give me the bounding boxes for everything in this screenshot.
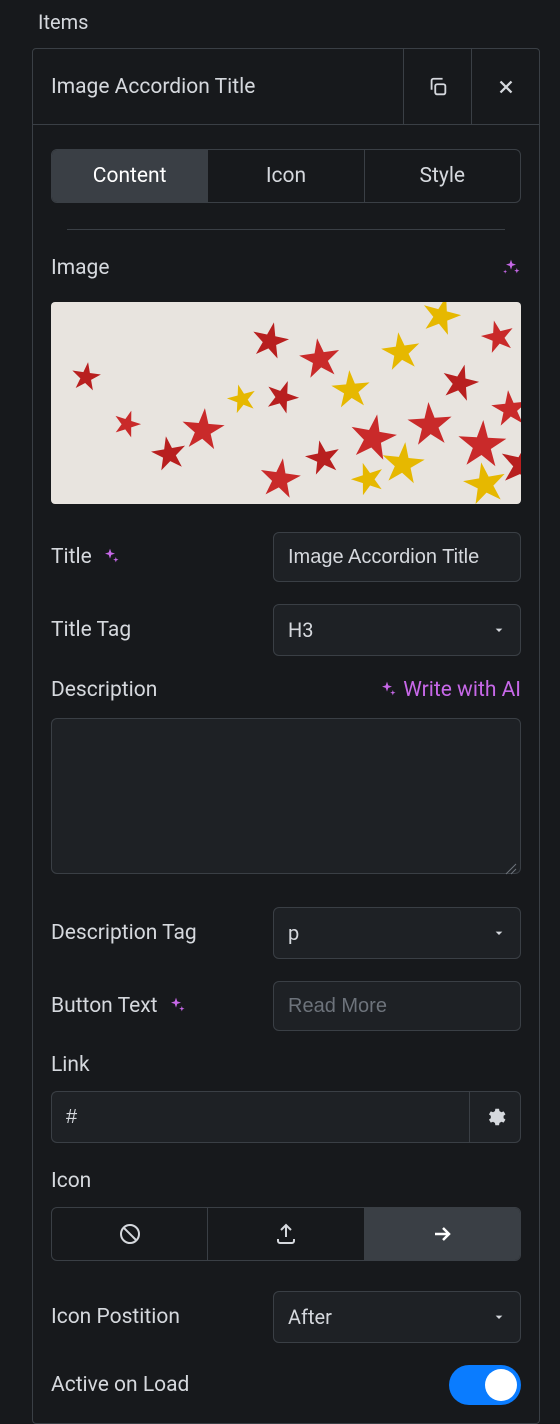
item-header: Image Accordion Title [33,49,539,125]
title-label: Title [51,545,120,569]
close-icon [495,76,517,98]
icon-label: Icon [51,1169,521,1193]
item-title[interactable]: Image Accordion Title [33,49,403,124]
write-with-ai-button[interactable]: Write with AI [377,678,521,702]
image-label: Image [51,256,109,280]
icon-arrow-button[interactable] [365,1208,520,1260]
section-title: Items [32,0,540,48]
divider [67,229,505,230]
button-text-label: Button Text [51,994,186,1018]
tab-bar: Content Icon Style [51,149,521,203]
upload-icon [274,1222,298,1246]
copy-icon [427,76,449,98]
ai-sparkle-icon [166,996,186,1016]
close-button[interactable] [471,49,539,124]
link-input[interactable] [51,1091,469,1143]
description-textarea[interactable] [51,718,521,874]
title-tag-label: Title Tag [51,618,131,642]
button-text-input[interactable] [273,981,521,1031]
toggle-knob [485,1369,517,1401]
icon-position-label: Icon Postition [51,1305,180,1329]
image-preview[interactable] [51,302,521,504]
icon-none-button[interactable] [52,1208,208,1260]
tab-style[interactable]: Style [365,150,520,202]
ai-sparkle-icon [100,547,120,567]
description-tag-select[interactable]: p [273,907,521,959]
icon-position-select[interactable]: After [273,1291,521,1343]
link-label: Link [51,1053,521,1077]
title-tag-select[interactable]: H3 [273,604,521,656]
title-input[interactable] [273,532,521,582]
ai-sparkle-icon [377,680,397,700]
link-settings-button[interactable] [469,1091,521,1143]
arrow-right-icon [430,1222,454,1246]
none-icon [118,1222,142,1246]
gear-icon [484,1106,506,1128]
tab-icon[interactable]: Icon [208,150,364,202]
active-on-load-toggle[interactable] [449,1365,521,1405]
tab-content[interactable]: Content [52,150,208,202]
ai-sparkle-icon[interactable] [501,258,521,278]
description-label: Description [51,678,157,702]
accordion-item-card: Image Accordion Title Content Icon Style… [32,48,540,1424]
icon-upload-button[interactable] [208,1208,364,1260]
description-tag-label: Description Tag [51,921,197,945]
icon-segment-group [51,1207,521,1261]
duplicate-button[interactable] [403,49,471,124]
active-on-load-label: Active on Load [51,1373,189,1397]
